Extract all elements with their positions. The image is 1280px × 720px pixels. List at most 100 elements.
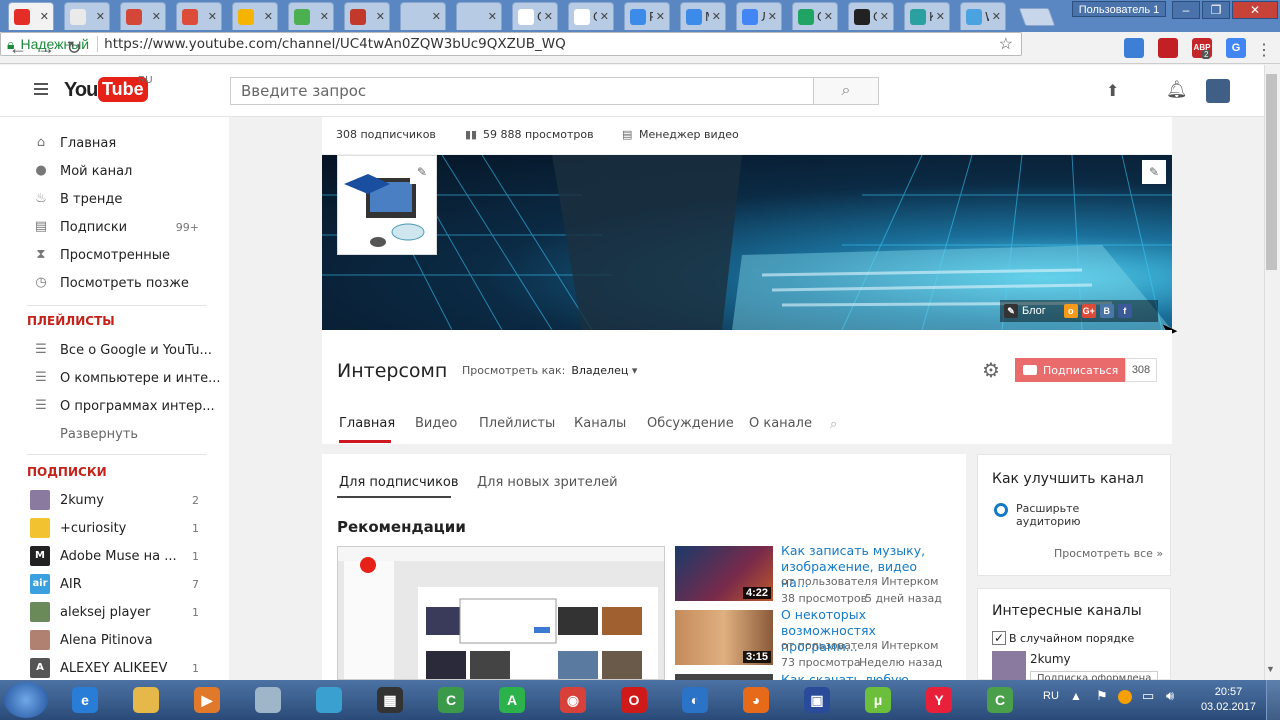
view-count[interactable]: 59 888 просмотров [483,128,594,141]
bookmark-star-icon[interactable]: ☆ [999,34,1013,54]
edit-banner-pencil-icon[interactable]: ✎ [1142,160,1166,184]
sidebar-item[interactable]: ▤ Подписки 99+ [0,213,229,241]
subscriptions-heading[interactable]: ПОДПИСКИ [27,465,107,479]
sidebar-item[interactable]: ◷ Посмотреть позже [0,269,229,297]
featured-video-thumbnail[interactable] [337,546,665,680]
subscription-item[interactable]: A ALEXEY ALIKEEV 1 [0,654,229,682]
youtube-logo[interactable]: You Tube RU [64,75,160,105]
close-tab-icon[interactable]: ✕ [656,10,665,23]
taskbar-app[interactable]: ▶ [180,682,234,718]
taskbar-app[interactable]: ▦ [363,682,417,718]
close-tab-icon[interactable]: ✕ [712,10,721,23]
sidebar-playlist-item[interactable]: ☰ О программах интер... [0,392,229,420]
tab-for-subscribers[interactable]: Для подписчиков [339,475,459,490]
channel-tab[interactable]: Обсуждение [647,416,734,431]
close-tab-icon[interactable]: ✕ [152,10,161,23]
edit-avatar-pencil-icon[interactable]: ✎ [410,160,434,184]
suggested-channel-name[interactable]: 2kumy [1030,652,1071,666]
channel-tab[interactable]: О канале [749,416,812,431]
browser-tab[interactable]: М✕ [680,2,726,30]
menu-icon[interactable]: ⋮ [1256,40,1272,60]
channel-settings-gear-icon[interactable]: ⚙ [982,358,1000,383]
odnoklassniki-icon[interactable]: o [1063,304,1078,318]
scroll-down-arrow-icon[interactable]: ▼ [1266,664,1275,674]
sidebar-item[interactable]: ⧗ Просмотренные [0,241,229,269]
forward-button[interactable]: → [34,36,58,60]
channel-thumbnail[interactable] [992,651,1026,681]
view-as-value[interactable]: Владелец [571,364,628,377]
notifications-bell-icon[interactable]: 🔔︎ [1166,80,1188,100]
tray-app-icon[interactable] [1118,690,1132,704]
subscription-item[interactable]: aleksej player 1 [0,598,229,626]
close-tab-icon[interactable]: ✕ [376,10,385,23]
new-tab-button[interactable] [1018,8,1056,26]
sidebar-item[interactable]: ● Мой канал [0,157,229,185]
search-input[interactable]: Введите запрос [230,77,814,105]
taskbar-app[interactable]: O [607,682,661,718]
url-text[interactable]: https://www.youtube.com/channel/UC4twAn0… [104,36,566,52]
profile-button[interactable]: Пользователь 1 [1072,1,1166,17]
browser-tab[interactable]: ✕ [344,2,390,30]
channel-tab[interactable]: Плейлисты [479,416,555,431]
sidebar-playlist-item[interactable]: ☰ О компьютере и инте... [0,364,229,392]
browser-tab[interactable]: О✕ [512,2,558,30]
subscription-item[interactable]: M Adobe Muse на ... 1 [0,542,229,570]
guide-menu-icon[interactable] [34,83,48,98]
taskbar-app[interactable] [119,682,173,718]
channel-search-icon[interactable]: ⌕ [830,416,837,432]
taskbar-app[interactable]: e [58,682,112,718]
taskbar-app[interactable]: C [424,682,478,718]
channel-tab[interactable]: Каналы [574,416,626,431]
browser-tab[interactable]: Ли✕ [736,2,782,30]
browser-tab[interactable]: О✕ [568,2,614,30]
taskbar-app[interactable]: A [485,682,539,718]
video-manager-link[interactable]: Менеджер видео [639,128,739,141]
sidebar-item[interactable]: ⌂ Главная [0,129,229,157]
browser-tab[interactable]: ✕ [64,2,110,30]
scrollbar-thumb[interactable] [1266,74,1277,270]
close-tab-icon[interactable]: ✕ [600,10,609,23]
flag-icon[interactable]: ⚑ [1096,688,1108,704]
close-tab-icon[interactable]: ✕ [992,10,1001,23]
sync-icon[interactable] [1124,38,1144,58]
browser-tab[interactable]: Ог✕ [792,2,838,30]
close-tab-icon[interactable]: ✕ [96,10,105,23]
taskbar-app[interactable] [302,682,356,718]
playlists-heading[interactable]: ПЛЕЙЛИСТЫ [27,314,115,328]
close-tab-icon[interactable]: ✕ [768,10,777,23]
pdf-icon[interactable] [1158,38,1178,58]
taskbar-app[interactable] [241,682,295,718]
tray-arrow-icon[interactable]: ▲ [1070,689,1082,703]
volume-icon[interactable]: 🔊︎ [1166,688,1174,704]
close-tab-icon[interactable]: ✕ [880,10,889,23]
translate-icon[interactable]: G [1226,38,1246,58]
close-tab-icon[interactable]: ✕ [320,10,329,23]
browser-tab[interactable]: ✕ [8,2,54,30]
random-order-checkbox[interactable]: ✓ [992,631,1006,645]
browser-tab[interactable]: ✕ [176,2,222,30]
close-window-button[interactable]: ✕ [1232,1,1278,19]
subscription-item[interactable]: 2kumy 2 [0,486,229,514]
facebook-icon[interactable]: f [1117,304,1132,318]
close-tab-icon[interactable]: ✕ [824,10,833,23]
taskbar-app[interactable]: μ [851,682,905,718]
close-tab-icon[interactable]: ✕ [936,10,945,23]
maximize-button[interactable]: ❐ [1202,1,1230,19]
browser-tab[interactable]: ✕ [232,2,278,30]
search-button[interactable]: ⌕ [813,77,879,105]
radio-circle-icon[interactable] [994,503,1008,517]
video-author[interactable]: от пользователя Интерком [781,575,938,588]
taskbar-app[interactable]: C [973,682,1027,718]
sidebar-item[interactable]: ♨ В тренде [0,185,229,213]
browser-tab[interactable]: W✕ [960,2,1006,30]
show-desktop-button[interactable] [1266,680,1280,720]
subscribe-button[interactable]: Подписаться [1015,358,1125,382]
back-button[interactable]: ← [6,36,30,60]
vk-icon[interactable]: B [1099,304,1114,318]
browser-tab[interactable]: ✕ [120,2,166,30]
close-tab-icon[interactable]: ✕ [208,10,217,23]
close-tab-icon[interactable]: ✕ [544,10,553,23]
upload-icon[interactable]: ⬆ [1106,81,1119,101]
reload-button[interactable]: ↻ [62,36,86,60]
network-icon[interactable]: ▭ [1142,688,1154,704]
